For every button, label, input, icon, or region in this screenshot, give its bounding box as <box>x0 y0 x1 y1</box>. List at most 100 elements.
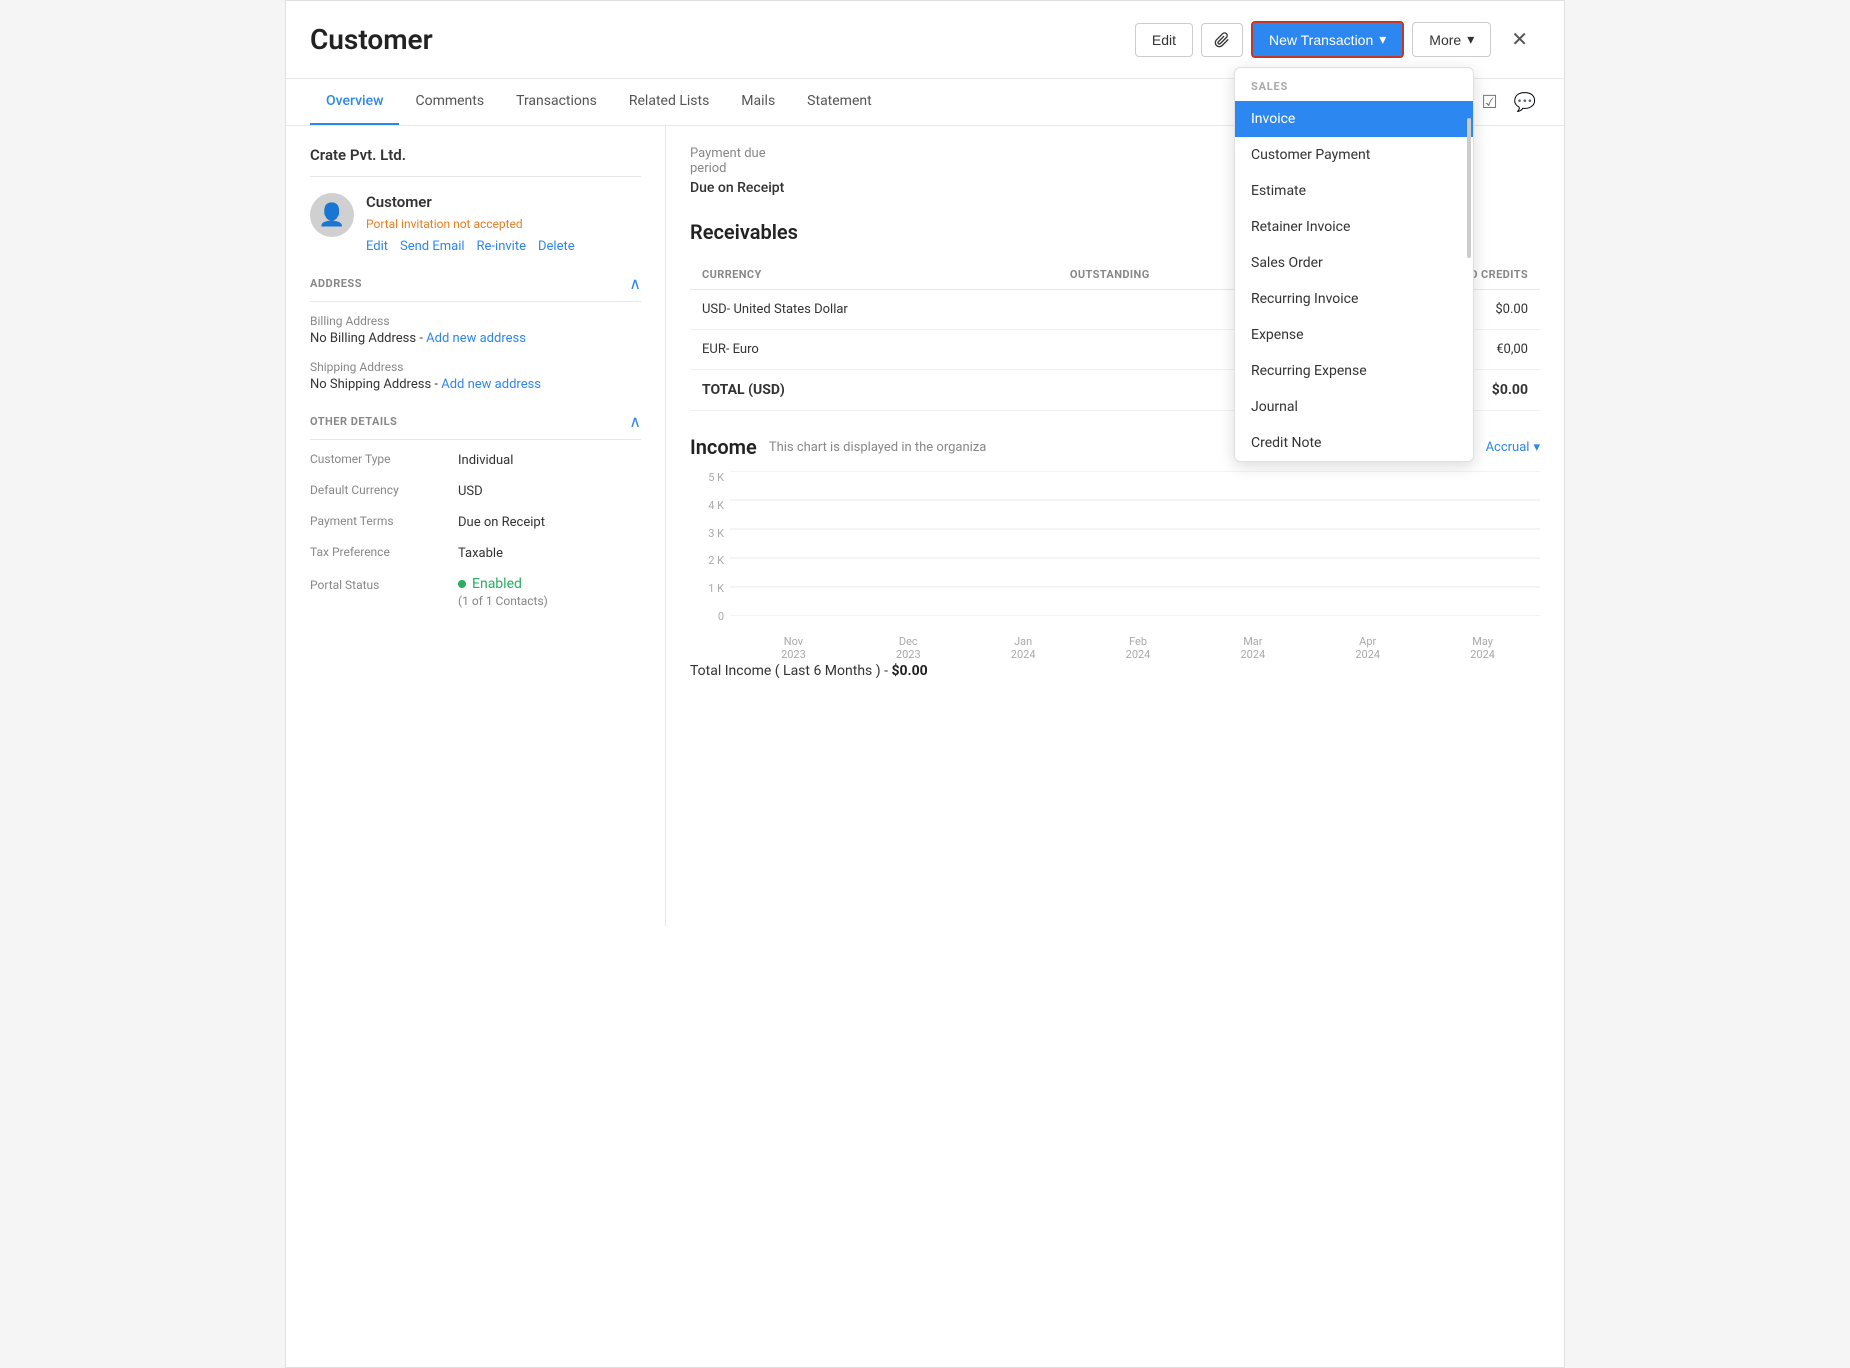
x-label-may: May2024 <box>1425 635 1540 661</box>
address-section-header: ADDRESS ∧ <box>310 274 641 302</box>
tax-preference-label: Tax Preference <box>310 545 450 559</box>
portal-status-row: Portal Status Enabled (1 of 1 Contacts) <box>310 576 641 608</box>
checklist-icon[interactable]: ☑ <box>1477 88 1501 117</box>
default-currency-value: USD <box>458 484 483 499</box>
send-email-link[interactable]: Send Email <box>400 239 465 254</box>
default-currency-row: Default Currency USD <box>310 483 641 500</box>
col-currency: CURRENCY <box>690 260 1058 290</box>
attachment-button[interactable] <box>1201 23 1243 57</box>
tabs-right-actions: ☑ 💬 <box>1477 88 1540 117</box>
left-panel: Crate Pvt. Ltd. 👤 Customer Portal invita… <box>286 126 666 926</box>
dropdown-scrollbar <box>1467 118 1471 258</box>
tab-related-lists[interactable]: Related Lists <box>613 79 725 125</box>
page-title: Customer <box>310 23 1135 56</box>
company-name: Crate Pvt. Ltd. <box>310 146 641 177</box>
shipping-address-label: Shipping Address <box>310 360 641 374</box>
comment-icon[interactable]: 💬 <box>1510 88 1540 117</box>
close-button[interactable]: ✕ <box>1499 19 1540 60</box>
dropdown-items-list: Invoice Customer Payment Estimate Retain… <box>1235 101 1473 461</box>
dropdown-item-customer-payment[interactable]: Customer Payment <box>1235 137 1473 173</box>
y-label-5k: 5 K <box>708 471 724 484</box>
total-income: Total Income ( Last 6 Months ) - $0.00 <box>690 663 1540 679</box>
x-label-dec: Dec2023 <box>851 635 966 661</box>
dropdown-item-sales-order[interactable]: Sales Order <box>1235 245 1473 281</box>
more-button[interactable]: More ▾ <box>1412 22 1491 57</box>
accrual-button[interactable]: Accrual ▾ <box>1486 440 1540 455</box>
tab-mails[interactable]: Mails <box>725 79 791 125</box>
billing-address-label: Billing Address <box>310 314 641 328</box>
chevron-down-icon-more: ▾ <box>1467 31 1474 48</box>
add-billing-address-link[interactable]: Add new address <box>426 331 526 346</box>
tax-preference-row: Tax Preference Taxable <box>310 545 641 562</box>
add-shipping-address-link[interactable]: Add new address <box>441 377 541 392</box>
portal-enabled-status: Enabled <box>458 576 548 592</box>
customer-info: 👤 Customer Portal invitation not accepte… <box>310 193 641 254</box>
dropdown-item-estimate[interactable]: Estimate <box>1235 173 1473 209</box>
y-label-3k: 3 K <box>708 527 724 540</box>
y-label-4k: 4 K <box>708 499 724 512</box>
income-section: Income This chart is displayed in the or… <box>690 435 1540 679</box>
re-invite-link[interactable]: Re-invite <box>477 239 526 254</box>
address-toggle[interactable]: ∧ <box>629 274 641 293</box>
tab-overview[interactable]: Overview <box>310 79 399 125</box>
enabled-text: Enabled <box>472 576 522 592</box>
income-chart: 5 K 4 K 3 K 2 K 1 K 0 <box>690 471 1540 651</box>
avatar: 👤 <box>310 193 354 237</box>
customer-type-row: Customer Type Individual <box>310 452 641 469</box>
y-label-0: 0 <box>718 610 724 623</box>
header-actions: Edit New Transaction ▾ More ▾ ✕ <box>1135 19 1540 60</box>
dropdown-item-credit-note[interactable]: Credit Note <box>1235 425 1473 461</box>
address-section-title: ADDRESS <box>310 277 362 290</box>
person-icon: 👤 <box>318 203 345 228</box>
tab-comments[interactable]: Comments <box>399 79 500 125</box>
payment-terms-row: Payment Terms Due on Receipt <box>310 514 641 531</box>
default-currency-label: Default Currency <box>310 483 450 497</box>
other-details-section-header: OTHER DETAILS ∧ <box>310 412 641 440</box>
x-label-jan: Jan2024 <box>966 635 1081 661</box>
shipping-address-value: No Shipping Address - Add new address <box>310 377 641 392</box>
chevron-down-icon: ▾ <box>1379 31 1386 48</box>
dropdown-item-retainer-invoice[interactable]: Retainer Invoice <box>1235 209 1473 245</box>
tax-preference-value: Taxable <box>458 546 503 561</box>
row-currency-usd: USD- United States Dollar <box>690 290 1058 330</box>
contacts-count: (1 of 1 Contacts) <box>458 594 548 608</box>
income-subtitle: This chart is displayed in the organiza <box>769 440 987 455</box>
x-label-apr: Apr2024 <box>1310 635 1425 661</box>
new-transaction-button[interactable]: New Transaction ▾ <box>1251 21 1404 58</box>
chevron-down-accrual: ▾ <box>1533 440 1540 455</box>
x-label-feb: Feb2024 <box>1081 635 1196 661</box>
dropdown-item-recurring-expense[interactable]: Recurring Expense <box>1235 353 1473 389</box>
customer-display-name: Customer <box>366 193 641 211</box>
y-label-2k: 2 K <box>708 554 724 567</box>
x-label-mar: Mar2024 <box>1195 635 1310 661</box>
dropdown-item-journal[interactable]: Journal <box>1235 389 1473 425</box>
dropdown-item-expense[interactable]: Expense <box>1235 317 1473 353</box>
tab-statement[interactable]: Statement <box>791 79 888 125</box>
payment-terms-value: Due on Receipt <box>458 515 545 530</box>
billing-address-value: No Billing Address - Add new address <box>310 331 641 346</box>
payment-terms-label: Payment Terms <box>310 514 450 528</box>
row-currency-eur: EUR- Euro <box>690 330 1058 370</box>
new-transaction-dropdown: SALES Invoice Customer Payment Estimate … <box>1234 67 1474 462</box>
delete-link[interactable]: Delete <box>538 239 575 254</box>
y-label-1k: 1 K <box>708 582 724 595</box>
edit-button[interactable]: Edit <box>1135 23 1193 57</box>
billing-address-row: Billing Address No Billing Address - Add… <box>310 314 641 346</box>
other-details-title: OTHER DETAILS <box>310 415 397 428</box>
other-details-toggle[interactable]: ∧ <box>629 412 641 431</box>
chart-svg <box>730 471 1540 616</box>
shipping-address-row: Shipping Address No Shipping Address - A… <box>310 360 641 392</box>
customer-type-value: Individual <box>458 453 513 468</box>
customer-action-links: Edit Send Email Re-invite Delete <box>366 239 641 254</box>
attachment-icon <box>1214 32 1230 48</box>
dropdown-item-recurring-invoice[interactable]: Recurring Invoice <box>1235 281 1473 317</box>
customer-name-block: Customer Portal invitation not accepted … <box>366 193 641 254</box>
row-total-label: TOTAL (USD) <box>690 370 1058 411</box>
edit-customer-link[interactable]: Edit <box>366 239 388 254</box>
dropdown-section-label: SALES <box>1235 68 1473 101</box>
customer-type-label: Customer Type <box>310 452 450 466</box>
tab-transactions[interactable]: Transactions <box>500 79 613 125</box>
income-title: Income <box>690 435 757 459</box>
dropdown-item-invoice[interactable]: Invoice <box>1235 101 1473 137</box>
green-dot-icon <box>458 580 466 588</box>
